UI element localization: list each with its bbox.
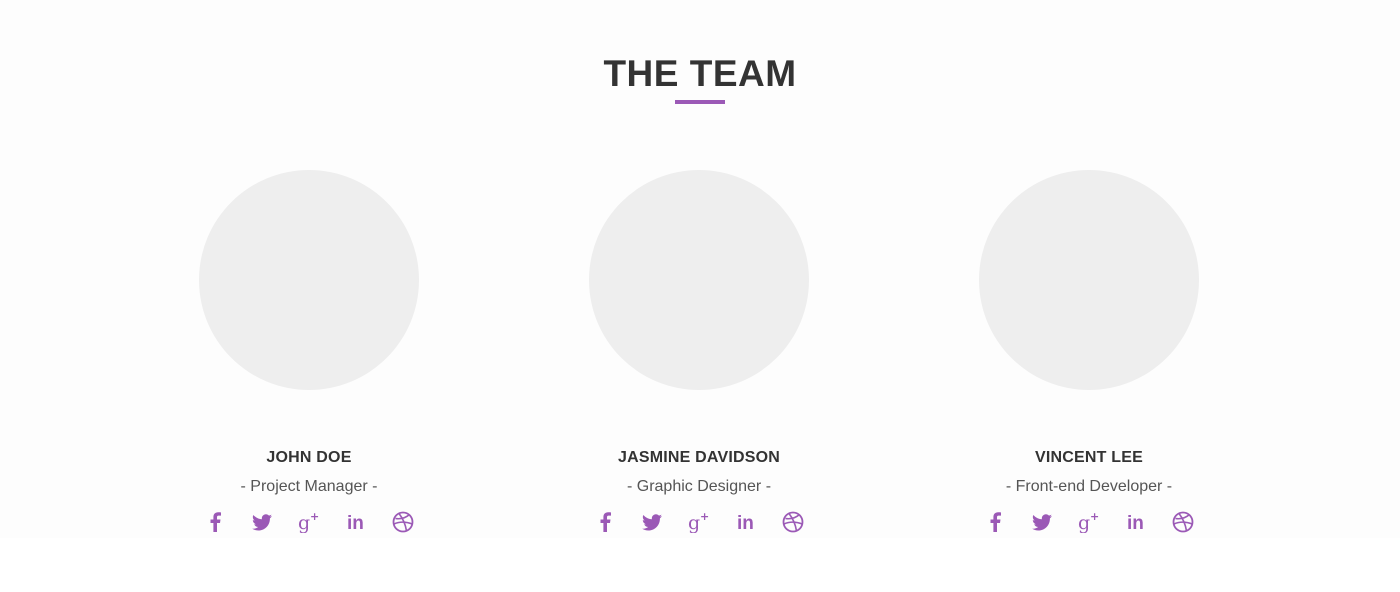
- avatar: [589, 170, 809, 390]
- google-plus-link[interactable]: g +: [1076, 509, 1102, 535]
- google-plus-icon: g +: [1078, 511, 1099, 533]
- svg-text:in: in: [737, 513, 754, 532]
- team-member-card: JASMINE DAVIDSON - Graphic Designer - g +…: [504, 170, 894, 535]
- facebook-link[interactable]: [982, 509, 1008, 535]
- twitter-icon: [1032, 513, 1052, 530]
- twitter-link[interactable]: [1029, 509, 1055, 535]
- member-name: JOHN DOE: [266, 449, 352, 466]
- dribbble-link[interactable]: [1170, 509, 1196, 535]
- twitter-icon: [642, 513, 662, 530]
- member-role: - Graphic Designer -: [626, 478, 772, 495]
- svg-text:g: g: [1078, 512, 1090, 533]
- facebook-icon: [600, 512, 611, 532]
- facebook-icon: [210, 512, 221, 532]
- dribbble-link[interactable]: [780, 509, 806, 535]
- linkedin-icon: in: [1127, 513, 1144, 532]
- social-links: g + in: [504, 509, 894, 535]
- social-links: g + in: [114, 509, 504, 535]
- dribbble-icon: [392, 511, 414, 533]
- facebook-icon: [990, 512, 1001, 532]
- member-name: VINCENT LEE: [1035, 449, 1143, 466]
- svg-text:+: +: [1090, 511, 1099, 523]
- linkedin-link[interactable]: in: [1123, 509, 1149, 535]
- social-links: g + in: [894, 509, 1284, 535]
- dribbble-icon: [782, 511, 804, 533]
- linkedin-icon: in: [737, 513, 754, 532]
- twitter-icon: [252, 513, 272, 530]
- svg-text:+: +: [310, 511, 319, 523]
- svg-text:in: in: [347, 513, 364, 532]
- member-role: - Front-end Developer -: [1005, 478, 1173, 495]
- title-underline: [675, 100, 725, 104]
- avatar: [979, 170, 1199, 390]
- linkedin-link[interactable]: in: [343, 509, 369, 535]
- team-section: THE TEAM JOHN DOE - Project Manager - g +…: [0, 0, 1400, 538]
- twitter-link[interactable]: [639, 509, 665, 535]
- linkedin-icon: in: [347, 513, 364, 532]
- facebook-link[interactable]: [202, 509, 228, 535]
- google-plus-link[interactable]: g +: [686, 509, 712, 535]
- svg-text:in: in: [1127, 513, 1144, 532]
- avatar: [199, 170, 419, 390]
- member-role: - Project Manager -: [240, 478, 378, 495]
- dribbble-link[interactable]: [390, 509, 416, 535]
- team-member-card: JOHN DOE - Project Manager - g + in: [114, 170, 504, 535]
- svg-text:g: g: [688, 512, 700, 533]
- google-plus-icon: g +: [298, 511, 319, 533]
- dribbble-icon: [1172, 511, 1194, 533]
- google-plus-icon: g +: [688, 511, 709, 533]
- team-member-card: VINCENT LEE - Front-end Developer - g + i…: [894, 170, 1284, 535]
- svg-text:+: +: [700, 511, 709, 523]
- member-name: JASMINE DAVIDSON: [617, 449, 781, 466]
- linkedin-link[interactable]: in: [733, 509, 759, 535]
- facebook-link[interactable]: [592, 509, 618, 535]
- section-title: THE TEAM: [603, 53, 797, 94]
- twitter-link[interactable]: [249, 509, 275, 535]
- google-plus-link[interactable]: g +: [296, 509, 322, 535]
- svg-text:g: g: [298, 512, 310, 533]
